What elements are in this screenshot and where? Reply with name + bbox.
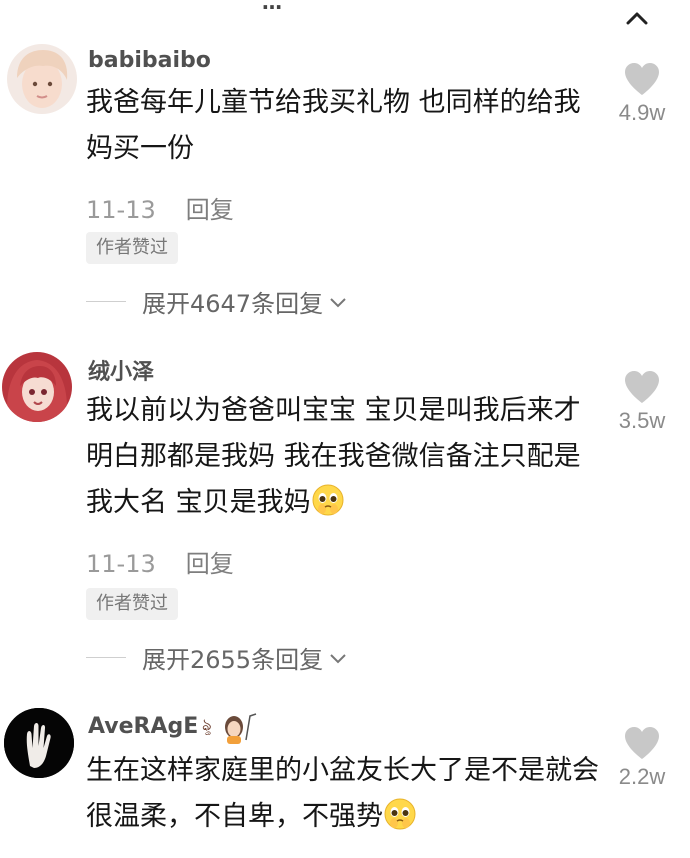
username-text: AveRAgE: [88, 714, 199, 739]
like-count: 4.9w: [618, 100, 666, 125]
like-button[interactable]: 2.2w: [612, 726, 672, 790]
like-button[interactable]: 3.5w: [612, 370, 672, 434]
username[interactable]: 绒小泽: [88, 354, 154, 386]
comment-item: AveRAgE ৡ 生在这样家庭里的小盆友长大了是不是就会很温柔，不自卑，不强势: [0, 708, 690, 858]
avatar[interactable]: [7, 44, 77, 114]
comment-date: 11-13: [86, 550, 156, 578]
user-badge-icon: ৡ: [202, 713, 257, 744]
svg-text:ৡ: ৡ: [202, 715, 212, 735]
comment-date: 11-13: [86, 196, 156, 224]
chevron-down-icon: [330, 297, 346, 307]
author-liked-badge: 作者赞过: [86, 588, 178, 620]
author-liked-badge: 作者赞过: [86, 232, 178, 264]
comment-meta: 11-13 回复: [86, 190, 234, 225]
avatar[interactable]: [4, 708, 74, 778]
username[interactable]: babibaibo: [88, 48, 211, 73]
comment-meta: 11-13 回复: [86, 544, 234, 579]
header-title: …: [262, 0, 283, 14]
divider: [86, 301, 126, 302]
expand-replies-button[interactable]: 展开4647条回复: [86, 284, 347, 319]
heart-icon: [625, 63, 659, 95]
avatar[interactable]: [2, 352, 72, 422]
heart-icon: [625, 727, 659, 759]
divider: [86, 657, 126, 658]
expand-replies-label: 展开2655条回复: [142, 646, 324, 674]
reply-button[interactable]: 回复: [186, 196, 234, 224]
comments-header: …: [0, 0, 690, 25]
comment-item: babibaibo 我爸每年儿童节给我买礼物 也同样的给我妈买一份 11-13 回…: [0, 44, 690, 324]
expand-replies-button[interactable]: 展开2655条回复: [86, 640, 347, 675]
pleading-face-icon: [383, 797, 417, 831]
chevron-up-icon[interactable]: [622, 6, 652, 30]
comment-content: 我爸每年儿童节给我买礼物 也同样的给我妈买一份: [86, 87, 581, 164]
heart-icon: [625, 371, 659, 403]
like-count: 2.2w: [618, 764, 666, 789]
comment-text: 我爸每年儿童节给我买礼物 也同样的给我妈买一份: [86, 80, 606, 172]
like-button[interactable]: 4.9w: [612, 62, 672, 126]
comment-item: 绒小泽 我以前以为爸爸叫宝宝 宝贝是叫我后来才明白那都是我妈 我在我爸微信备注只…: [0, 352, 690, 682]
username[interactable]: AveRAgE: [88, 714, 198, 739]
reply-button[interactable]: 回复: [186, 550, 234, 578]
comment-content: 生在这样家庭里的小盆友长大了是不是就会很温柔，不自卑，不强势: [86, 755, 599, 832]
comment-text: 我以前以为爸爸叫宝宝 宝贝是叫我后来才明白那都是我妈 我在我爸微信备注只配是我大…: [86, 388, 606, 526]
comment-text: 生在这样家庭里的小盆友长大了是不是就会很温柔，不自卑，不强势: [86, 748, 606, 840]
user-tag-icons: ৡ: [202, 710, 262, 748]
like-count: 3.5w: [618, 408, 666, 433]
expand-replies-label: 展开4647条回复: [142, 290, 324, 318]
chevron-down-icon: [330, 653, 346, 663]
pleading-face-icon: [311, 483, 345, 517]
